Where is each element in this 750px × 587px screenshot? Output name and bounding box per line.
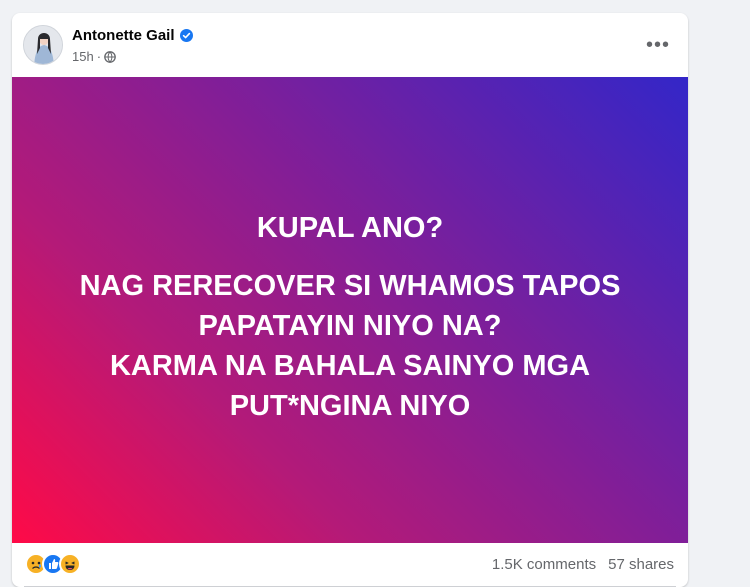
post-header: Antonette Gail 15h · •••	[12, 13, 688, 77]
post-timestamp[interactable]: 15h	[72, 49, 94, 64]
author: Antonette Gail	[72, 27, 193, 44]
avatar-image	[24, 26, 62, 64]
reaction-summary[interactable]	[25, 553, 81, 575]
post-line: PUT*NGINA NIYO	[229, 390, 471, 422]
post-stats: 1.5K comments 57 shares	[492, 556, 674, 573]
avatar[interactable]	[23, 25, 63, 65]
globe-icon	[104, 50, 116, 63]
post-line: PAPATAYIN NIYO NA?	[198, 310, 502, 342]
verified-badge-icon	[179, 29, 193, 42]
post-line: NAG RERECOVER SI WHAMOS TAPOS	[79, 270, 621, 302]
post-meta: 15h ·	[72, 49, 116, 64]
post-footer: 1.5K comments 57 shares	[12, 543, 688, 587]
meta-separator: ·	[96, 49, 102, 64]
post-line: KARMA NA BAHALA SAINYO MGA	[109, 350, 591, 382]
post-text: KUPAL ANO? NAG RERECOVER SI WHAMOS TAPOS…	[40, 208, 660, 426]
author-name[interactable]: Antonette Gail	[72, 27, 175, 44]
post-card: Antonette Gail 15h · ••• KUPAL ANO? NAG …	[12, 13, 688, 587]
shares-count[interactable]: 57 shares	[608, 556, 674, 573]
post-line: KUPAL ANO?	[256, 212, 444, 244]
more-options-button[interactable]: •••	[640, 31, 676, 59]
comments-count[interactable]: 1.5K comments	[492, 556, 596, 573]
post-background: KUPAL ANO? NAG RERECOVER SI WHAMOS TAPOS…	[12, 77, 688, 543]
more-options-icon: •••	[645, 34, 670, 56]
haha-icon	[59, 553, 81, 575]
